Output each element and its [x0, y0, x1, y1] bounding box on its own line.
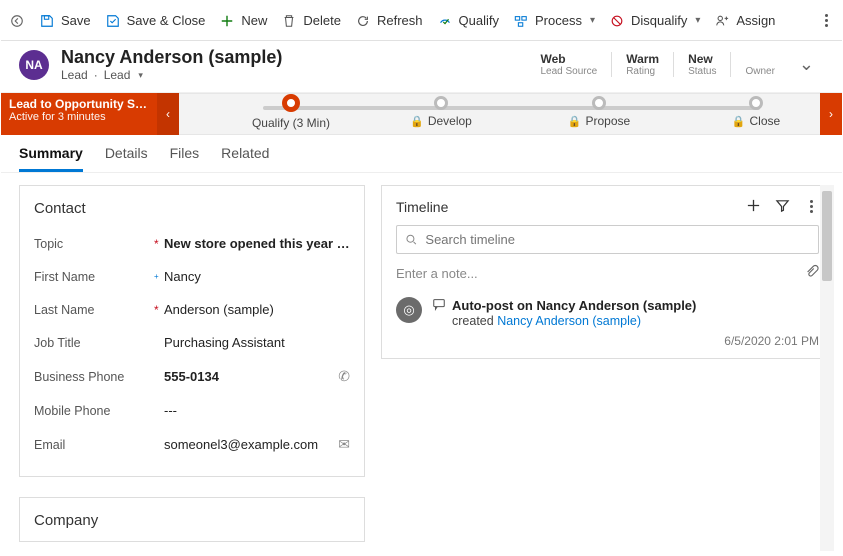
- command-bar: Save Save & Close New Delete Refresh Qua…: [1, 1, 842, 41]
- stage-dot-icon: [434, 96, 448, 110]
- stage-develop[interactable]: 🔒Develop: [401, 96, 481, 128]
- timeline-section: Timeline Enter a note... ◎: [381, 185, 834, 359]
- assign-button[interactable]: Assign: [714, 13, 775, 29]
- refresh-label: Refresh: [377, 13, 423, 28]
- timeline-title: Timeline: [396, 199, 448, 215]
- save-close-button[interactable]: Save & Close: [105, 13, 206, 29]
- entity-breadcrumb[interactable]: Lead·Lead▾: [61, 68, 282, 82]
- save-label: Save: [61, 13, 91, 28]
- process-next-button[interactable]: ›: [820, 93, 842, 135]
- process-label: Process: [535, 13, 582, 28]
- process-bar: Lead to Opportunity Sale... Active for 3…: [1, 93, 842, 135]
- lock-icon: 🔒: [568, 116, 582, 128]
- scrollbar[interactable]: [820, 185, 834, 551]
- disqualify-icon: [609, 13, 625, 29]
- field-email[interactable]: Email someonel3@example.com ✉: [20, 427, 364, 462]
- save-close-label: Save & Close: [127, 13, 206, 28]
- scrollbar-thumb[interactable]: [822, 191, 832, 281]
- section-title: Contact: [20, 196, 364, 227]
- timeline-search[interactable]: [396, 225, 819, 254]
- form-tabs: Summary Details Files Related: [1, 135, 842, 173]
- timeline-item-link[interactable]: Nancy Anderson (sample): [497, 314, 641, 328]
- assign-icon: [714, 13, 730, 29]
- attachment-icon[interactable]: [805, 264, 819, 283]
- page-title: Nancy Anderson (sample): [61, 47, 282, 68]
- stage-dot-icon: [282, 94, 300, 112]
- expand-header-button[interactable]: ⌄: [789, 54, 824, 75]
- assign-label: Assign: [736, 13, 775, 28]
- stage-qualify[interactable]: Qualify (3 Min): [231, 96, 351, 130]
- field-topic[interactable]: Topic * New store opened this year - f..…: [20, 227, 364, 260]
- timeline-item-title: Auto-post on Nancy Anderson (sample): [452, 298, 696, 313]
- field-first-name[interactable]: First Name + Nancy: [20, 260, 364, 293]
- tab-summary[interactable]: Summary: [19, 145, 83, 172]
- new-button[interactable]: New: [219, 13, 267, 29]
- timeline-note-input[interactable]: Enter a note...: [396, 264, 819, 283]
- search-icon: [405, 233, 417, 246]
- disqualify-label: Disqualify: [631, 13, 687, 28]
- form-body: Contact Topic * New store opened this ye…: [1, 173, 842, 551]
- field-mobile-phone[interactable]: Mobile Phone ---: [20, 394, 364, 427]
- add-activity-button[interactable]: [746, 198, 761, 216]
- stage-dot-icon: [749, 96, 763, 110]
- section-title: Company: [20, 508, 364, 531]
- qualify-button[interactable]: Qualify: [437, 13, 499, 29]
- refresh-icon: [355, 13, 371, 29]
- refresh-button[interactable]: Refresh: [355, 13, 423, 29]
- tab-files[interactable]: Files: [170, 145, 200, 172]
- contact-section: Contact Topic * New store opened this ye…: [19, 185, 365, 477]
- chevron-down-icon: ▾: [695, 15, 700, 26]
- filter-button[interactable]: [775, 198, 790, 216]
- stage-propose[interactable]: 🔒Propose: [559, 96, 639, 128]
- process-name[interactable]: Lead to Opportunity Sale... Active for 3…: [1, 93, 157, 135]
- record-header: NA Nancy Anderson (sample) Lead·Lead▾ We…: [1, 41, 842, 93]
- save-icon: [39, 13, 55, 29]
- field-business-phone[interactable]: Business Phone 555-0134 ✆: [20, 359, 364, 394]
- overflow-menu[interactable]: [819, 10, 834, 31]
- lock-icon: 🔒: [410, 116, 424, 128]
- delete-label: Delete: [303, 13, 341, 28]
- new-label: New: [241, 13, 267, 28]
- search-input[interactable]: [423, 231, 810, 248]
- tab-details[interactable]: Details: [105, 145, 148, 172]
- chevron-back-icon: [9, 13, 25, 29]
- lock-icon: 🔒: [732, 116, 746, 128]
- tab-related[interactable]: Related: [221, 145, 269, 172]
- plus-icon: [219, 13, 235, 29]
- delete-button[interactable]: Delete: [281, 13, 341, 29]
- process-icon: [513, 13, 529, 29]
- email-icon[interactable]: ✉: [332, 436, 350, 453]
- save-close-icon: [105, 13, 121, 29]
- company-section: Company: [19, 497, 365, 542]
- process-prev-button[interactable]: ‹: [157, 93, 179, 135]
- stat-lead-source: WebLead Source: [526, 52, 611, 77]
- save-button[interactable]: Save: [39, 13, 91, 29]
- timeline-overflow[interactable]: [804, 196, 819, 217]
- post-icon: [432, 297, 446, 314]
- timeline-item-time: 6/5/2020 2:01 PM: [432, 334, 819, 348]
- disqualify-button[interactable]: Disqualify ▾: [609, 13, 700, 29]
- trash-icon: [281, 13, 297, 29]
- stat-owner: Owner: [730, 52, 788, 77]
- stat-status: NewStatus: [673, 52, 730, 77]
- process-button[interactable]: Process ▾: [513, 13, 595, 29]
- stage-close[interactable]: 🔒Close: [721, 96, 791, 128]
- chevron-down-icon: ▾: [590, 15, 595, 26]
- phone-icon[interactable]: ✆: [332, 368, 350, 385]
- back-button[interactable]: [9, 13, 25, 29]
- stage-dot-icon: [592, 96, 606, 110]
- timeline-item[interactable]: ◎ Auto-post on Nancy Anderson (sample) c…: [396, 297, 819, 348]
- autopost-icon: ◎: [396, 297, 422, 323]
- stat-rating: WarmRating: [611, 52, 673, 77]
- qualify-label: Qualify: [459, 13, 499, 28]
- avatar: NA: [19, 50, 49, 80]
- field-last-name[interactable]: Last Name * Anderson (sample): [20, 293, 364, 326]
- qualify-icon: [437, 13, 453, 29]
- field-job-title[interactable]: Job Title Purchasing Assistant: [20, 326, 364, 359]
